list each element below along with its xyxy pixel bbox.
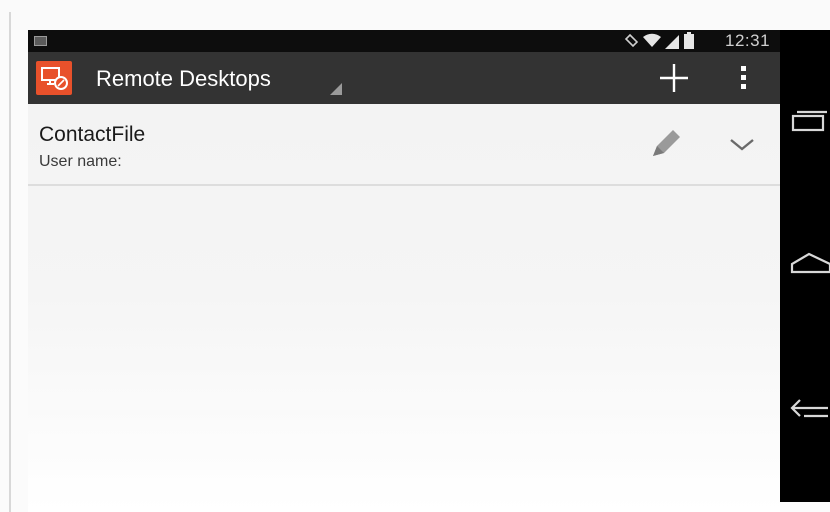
recents-icon <box>791 110 827 132</box>
back-button[interactable] <box>788 388 830 428</box>
expand-button[interactable] <box>722 126 762 162</box>
app-title[interactable]: Remote Desktops <box>96 66 271 92</box>
battery-icon <box>684 32 694 49</box>
home-icon <box>790 252 830 274</box>
pencil-icon <box>653 130 680 156</box>
signal-icon <box>665 35 679 49</box>
overflow-menu-button[interactable] <box>724 58 764 98</box>
wifi-icon <box>643 33 661 47</box>
image-notification-icon <box>34 36 47 46</box>
desktop-username: User name: <box>39 153 122 170</box>
desktop-name: ContactFile <box>39 123 146 146</box>
status-icons <box>624 32 694 49</box>
home-button[interactable] <box>788 244 830 284</box>
chevron-down-icon <box>730 139 754 151</box>
action-bar: Remote Desktops <box>28 52 780 104</box>
device-screen: 12:31 Remote Desktops ContactFile User n… <box>28 30 780 512</box>
top-margin <box>0 0 830 30</box>
add-connection-button[interactable] <box>650 58 698 98</box>
plus-icon <box>660 64 688 92</box>
left-divider <box>9 12 11 512</box>
back-icon <box>790 399 828 418</box>
recents-button[interactable] <box>788 102 830 142</box>
more-vert-icon <box>741 66 746 89</box>
status-bar: 12:31 <box>28 30 780 52</box>
navigation-bar <box>780 30 830 502</box>
spinner-indicator-icon <box>330 83 342 95</box>
clock: 12:31 <box>725 31 771 50</box>
app-logo-icon <box>41 67 68 90</box>
rotate-icon <box>624 33 639 48</box>
screenshot-frame: 12:31 Remote Desktops ContactFile User n… <box>0 0 830 512</box>
remote-desktop-app-icon[interactable] <box>36 61 72 95</box>
list-item[interactable]: ContactFile User name: <box>28 104 780 186</box>
edit-button[interactable] <box>642 122 690 166</box>
